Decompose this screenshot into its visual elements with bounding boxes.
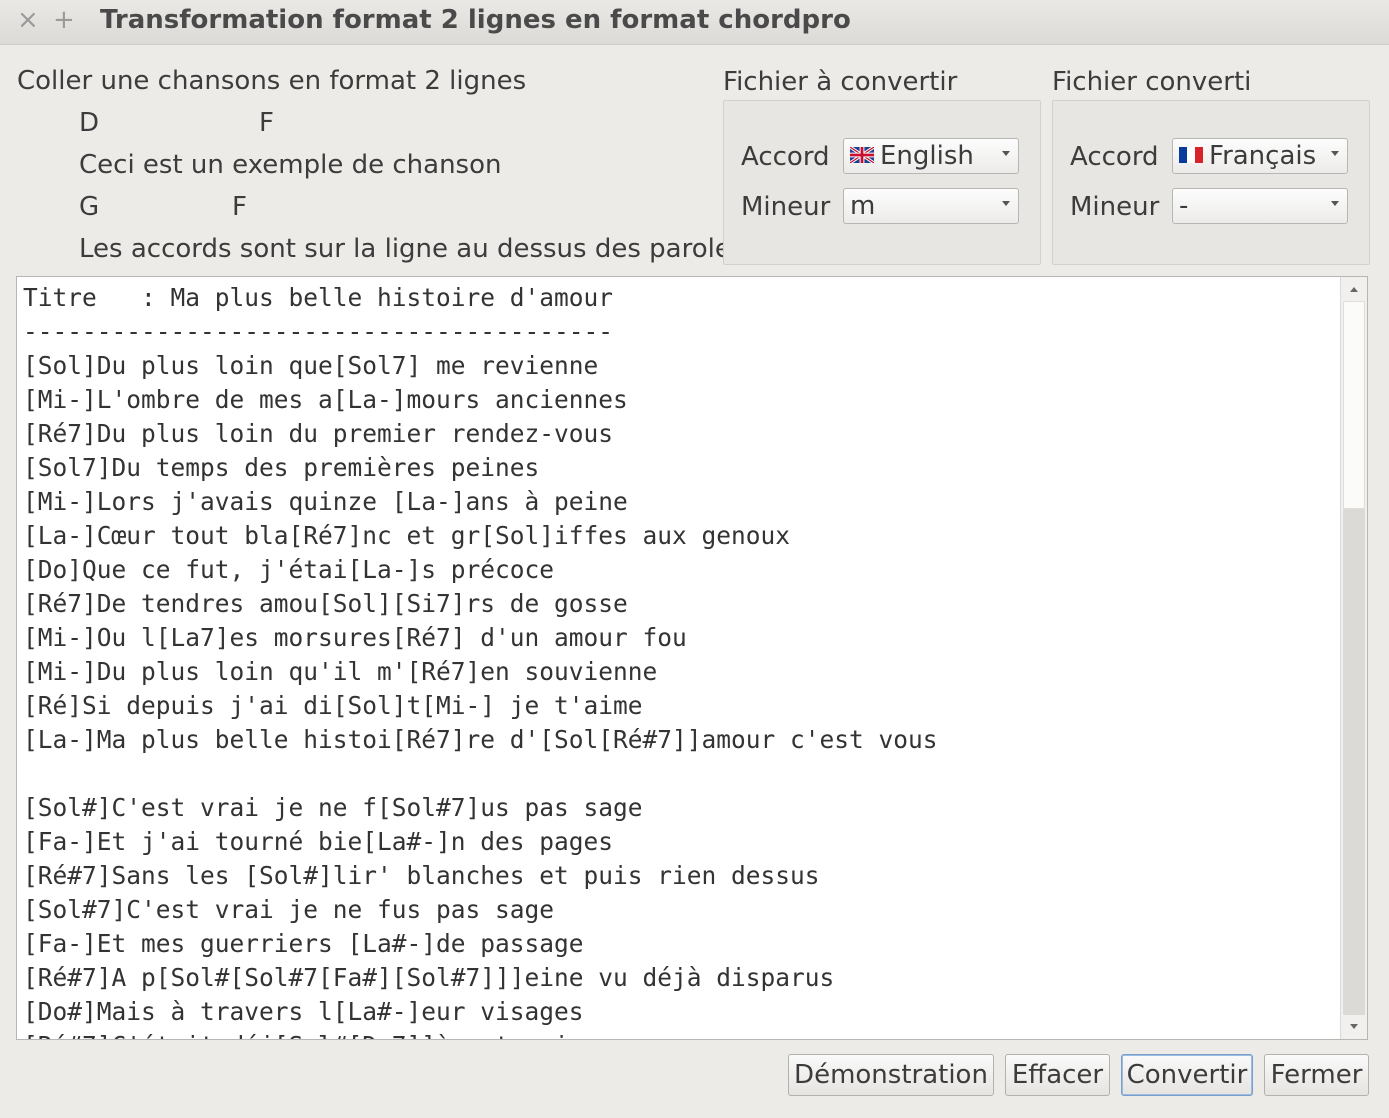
close-button[interactable]: Fermer	[1264, 1054, 1369, 1096]
target-mineur-select[interactable]: -	[1172, 188, 1348, 224]
scrollbar-track[interactable]	[1343, 509, 1365, 1015]
chevron-down-icon	[1331, 201, 1339, 206]
add-icon[interactable]: +	[53, 6, 75, 34]
editor-line: [Mi-]Ou l[La7]es morsures[Ré7] d'un amou…	[23, 623, 687, 652]
target-mineur-label: Mineur	[1070, 192, 1160, 222]
target-file-heading: Fichier converti	[1052, 67, 1252, 97]
editor-line: [Fa-]Et j'ai tourné bie[La#-]n des pages	[23, 827, 614, 856]
example-lyrics: Les accords sont sur la ligne au dessus …	[79, 234, 745, 264]
input-heading: Coller une chansons en format 2 lignes	[17, 66, 527, 96]
editor-line: [Ré#7]C'était déj[Sol#[Do7]]à votre imag…	[23, 1029, 1341, 1039]
editor-line: [Sol]Du plus loin que[Sol7] me revienne	[23, 351, 599, 380]
chevron-down-icon	[1002, 151, 1010, 156]
editor-line: [Sol7]Du temps des premières peines	[23, 453, 540, 482]
target-mineur-value: -	[1179, 191, 1189, 221]
example-chord: F	[259, 108, 274, 138]
target-file-group: Accord Français Mineur -	[1052, 100, 1370, 265]
editor-line: [Ré7]Du plus loin du premier rendez-vous	[23, 419, 614, 448]
vertical-scrollbar[interactable]	[1340, 277, 1367, 1039]
source-mineur-label: Mineur	[741, 192, 831, 222]
song-text-editor[interactable]: Titre : Ma plus belle histoire d'amour --…	[16, 276, 1368, 1040]
chevron-down-icon	[1331, 151, 1339, 156]
editor-line: Titre : Ma plus belle histoire d'amour	[23, 283, 614, 312]
source-mineur-value: m	[850, 191, 876, 221]
target-accord-label: Accord	[1070, 142, 1159, 172]
editor-line: [Ré7]De tendres amou[Sol][Si7]rs de goss…	[23, 589, 628, 618]
window-title: Transformation format 2 lignes en format…	[100, 5, 851, 35]
uk-flag-icon	[850, 146, 874, 163]
source-mineur-select[interactable]: m	[843, 188, 1019, 224]
clear-button[interactable]: Effacer	[1005, 1054, 1110, 1096]
source-accord-select[interactable]: English	[843, 138, 1019, 174]
chevron-down-icon	[1002, 201, 1010, 206]
source-file-group: Accord English Mineur m	[723, 100, 1041, 265]
editor-line: [Sol#]C'est vrai je ne f[Sol#7]us pas sa…	[23, 793, 643, 822]
scrollbar-thumb[interactable]	[1343, 301, 1365, 509]
close-icon[interactable]: ×	[17, 6, 39, 34]
fr-flag-icon	[1179, 146, 1203, 163]
source-file-heading: Fichier à convertir	[723, 67, 958, 97]
target-accord-value: Français	[1209, 141, 1317, 171]
example-chord: D	[79, 108, 100, 138]
editor-line: [Ré#7]Sans les [Sol#]lir' blanches et pu…	[23, 861, 820, 890]
editor-line: [Do]Que ce fut, j'étai[La-]s précoce	[23, 555, 555, 584]
editor-line: [Ré]Si depuis j'ai di[Sol]t[Mi-] je t'ai…	[23, 691, 643, 720]
editor-line: [Do#]Mais à travers l[La#-]eur visages	[23, 997, 584, 1026]
example-chord: G	[79, 192, 100, 222]
editor-line: [Sol#7]C'est vrai je ne fus pas sage	[23, 895, 555, 924]
source-accord-value: English	[880, 141, 974, 171]
scroll-down-icon[interactable]	[1350, 1024, 1358, 1029]
convert-button[interactable]: Convertir	[1121, 1054, 1253, 1096]
source-accord-label: Accord	[741, 142, 830, 172]
editor-line: ----------------------------------------	[23, 317, 614, 346]
example-chord: F	[232, 192, 247, 222]
editor-line: [Ré#7]A p[Sol#[Sol#7[Fa#][Sol#7]]]eine v…	[23, 963, 835, 992]
editor-line: [Mi-]L'ombre de mes a[La-]mours ancienne…	[23, 385, 628, 414]
example-lyrics: Ceci est un exemple de chanson	[79, 150, 502, 180]
editor-line: [Mi-]Lors j'avais quinze [La-]ans à pein…	[23, 487, 628, 516]
editor-line: [Fa-]Et mes guerriers [La#-]de passage	[23, 929, 584, 958]
editor-line: [La-]Cœur tout bla[Ré7]nc et gr[Sol]iffe…	[23, 521, 791, 550]
scroll-up-icon[interactable]	[1350, 287, 1358, 292]
title-bar: × + Transformation format 2 lignes en fo…	[0, 0, 1389, 45]
demonstration-button[interactable]: Démonstration	[788, 1054, 994, 1096]
editor-line: [La-]Ma plus belle histoi[Ré7]re d'[Sol[…	[23, 725, 938, 754]
editor-line: [Mi-]Du plus loin qu'il m'[Ré7]en souvie…	[23, 657, 658, 686]
target-accord-select[interactable]: Français	[1172, 138, 1348, 174]
editor-content[interactable]: Titre : Ma plus belle histoire d'amour --…	[23, 281, 1341, 1039]
